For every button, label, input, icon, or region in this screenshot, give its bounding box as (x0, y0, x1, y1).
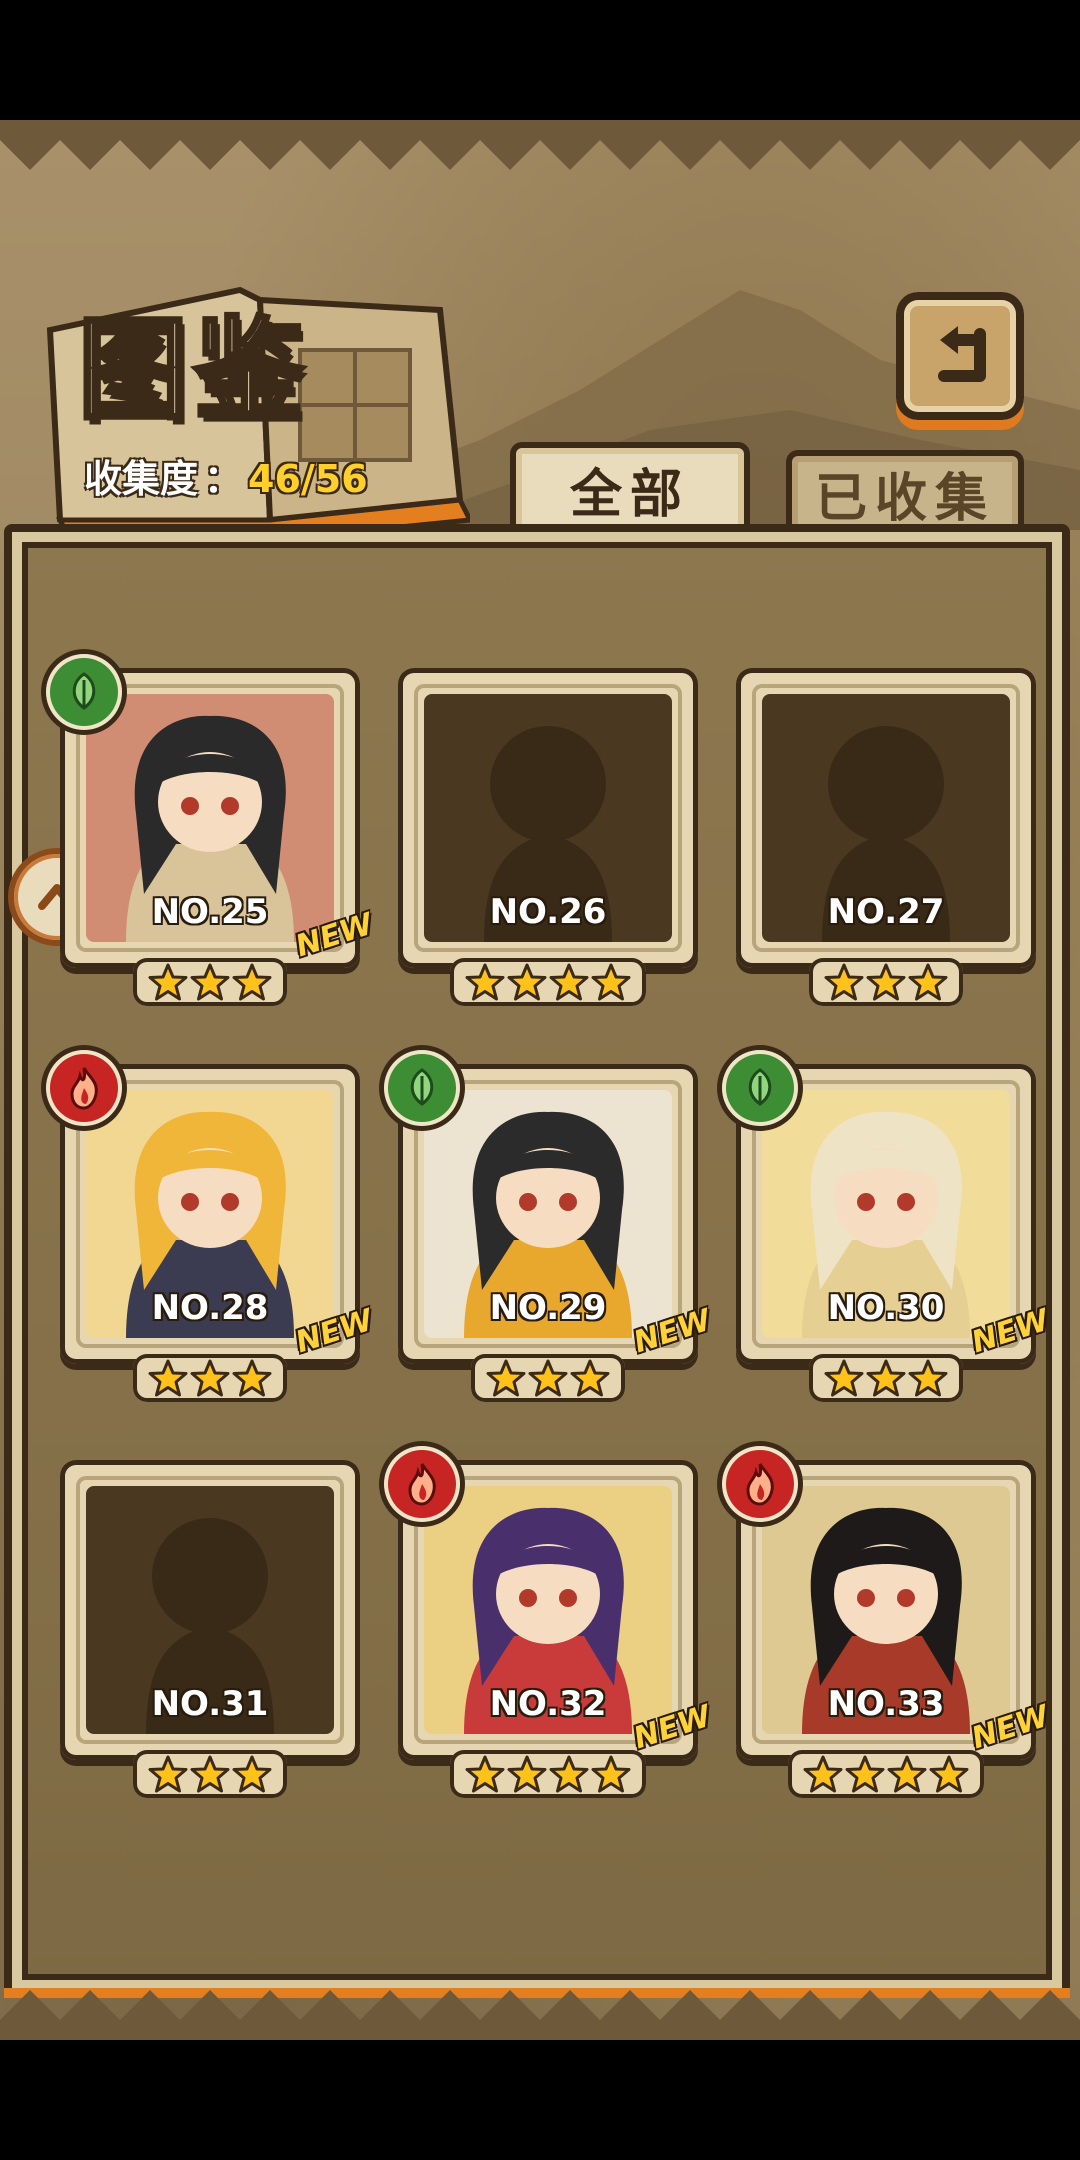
star-icon (232, 1359, 272, 1397)
star-bar (450, 1750, 646, 1798)
star-icon (148, 963, 188, 1001)
star-icon (549, 963, 589, 1001)
star-icon (908, 963, 948, 1001)
leaf-element-badge (384, 1050, 460, 1126)
star-bar (450, 958, 646, 1006)
star-icon (465, 1755, 505, 1793)
star-bar (133, 1750, 287, 1798)
star-rating (398, 1354, 698, 1410)
character-card[interactable]: NO.32 NEW (384, 1446, 715, 1800)
card-number: NO.26 (489, 892, 607, 932)
star-icon (824, 963, 864, 1001)
star-icon (232, 1755, 272, 1793)
collection-label: 收集度 (84, 457, 199, 501)
star-bar (133, 1354, 287, 1402)
character-card[interactable]: NO.26 (398, 668, 698, 1008)
star-icon (148, 1755, 188, 1793)
fire-element-badge (384, 1446, 460, 1522)
card-number: NO.31 (151, 1684, 269, 1724)
star-icon (148, 1359, 188, 1397)
star-bar (809, 958, 963, 1006)
collection-progress: 收集度： 46/56 (84, 448, 368, 503)
collection-separator: ： (204, 457, 243, 501)
star-icon (591, 1755, 631, 1793)
leaf-element-badge (722, 1050, 798, 1126)
fire-element-icon (746, 1463, 774, 1506)
fire-element-icon (408, 1463, 436, 1506)
star-bar (133, 958, 287, 1006)
star-bar (788, 1750, 984, 1798)
star-rating (736, 1354, 1036, 1410)
star-icon (507, 1755, 547, 1793)
game-screen: 图鉴 收集度： 46/56 全部 已收集 NO.25 NEW NO.26 NO.27 NO… (0, 120, 1080, 2040)
star-icon (486, 1359, 526, 1397)
star-icon (591, 963, 631, 1001)
star-icon (549, 1755, 589, 1793)
star-bar (809, 1354, 963, 1402)
fire-element-badge (722, 1446, 798, 1522)
star-icon (528, 1359, 568, 1397)
star-icon (570, 1359, 610, 1397)
tab-collected[interactable]: 已收集 (786, 450, 1024, 530)
star-icon (929, 1755, 969, 1793)
character-card[interactable]: NO.27 (736, 668, 1036, 1008)
card-number: NO.27 (827, 892, 945, 932)
star-icon (190, 1359, 230, 1397)
star-icon (190, 1755, 230, 1793)
star-rating (398, 958, 698, 1014)
character-card[interactable]: NO.30 NEW (722, 1050, 1053, 1404)
star-rating (60, 958, 360, 1014)
fire-element-badge (46, 1050, 122, 1126)
star-icon (887, 1755, 927, 1793)
star-icon (507, 963, 547, 1001)
collection-value: 46/56 (248, 457, 368, 501)
star-icon (465, 963, 505, 1001)
star-bar (471, 1354, 625, 1402)
star-icon (232, 963, 272, 1001)
star-rating (60, 1354, 360, 1410)
leaf-element-icon (410, 1068, 434, 1106)
star-rating (398, 1750, 698, 1806)
leaf-element-badge (46, 654, 122, 730)
return-arrow-icon (938, 326, 986, 382)
tab-all[interactable]: 全部 (510, 442, 750, 530)
star-icon (824, 1359, 864, 1397)
star-rating (736, 1750, 1036, 1806)
character-card[interactable]: NO.29 NEW (384, 1050, 715, 1404)
top-border-decoration (0, 120, 1080, 170)
leaf-element-icon (748, 1068, 772, 1106)
star-icon (803, 1755, 843, 1793)
back-button[interactable] (896, 292, 1024, 420)
page-title: 图鉴 (76, 303, 310, 436)
character-card[interactable]: NO.28 NEW (46, 1050, 377, 1404)
bottom-border-decoration (0, 1990, 1080, 2040)
star-icon (845, 1755, 885, 1793)
star-icon (908, 1359, 948, 1397)
character-card[interactable]: NO.33 NEW (722, 1446, 1053, 1800)
star-rating (736, 958, 1036, 1014)
character-card[interactable]: NO.25 NEW (46, 654, 377, 1008)
star-rating (60, 1750, 360, 1806)
star-icon (866, 1359, 906, 1397)
star-icon (190, 963, 230, 1001)
fire-element-icon (70, 1067, 98, 1110)
character-card[interactable]: NO.31 (60, 1460, 360, 1800)
star-icon (866, 963, 906, 1001)
leaf-element-icon (72, 672, 96, 710)
